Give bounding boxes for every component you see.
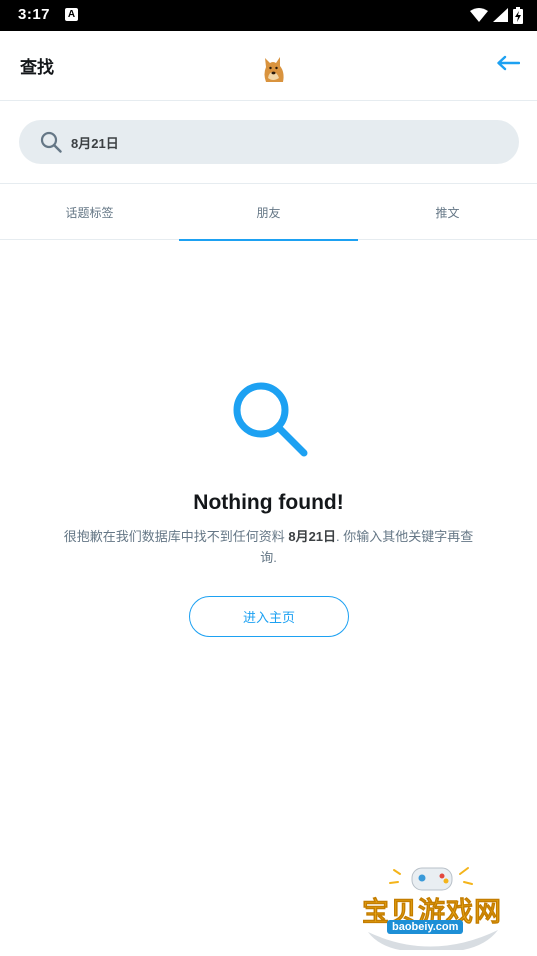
- search-query[interactable]: 8月21日: [71, 133, 119, 152]
- status-time: 3:17: [18, 6, 51, 23]
- tab-tweets[interactable]: 推文: [358, 184, 537, 240]
- empty-title: Nothing found!: [193, 491, 344, 514]
- battery-charging-icon: [513, 6, 523, 24]
- go-home-button[interactable]: 进入主页: [189, 596, 349, 637]
- empty-description: 很抱歉在我们数据库中找不到任何资料 8月21日. 你输入其他关键字再查询.: [60, 526, 477, 568]
- watermark-logo: 宝贝游戏网 baobeiy.com: [360, 862, 505, 950]
- notification-badge: A: [65, 8, 78, 21]
- watermark-url: baobeiy.com: [387, 920, 464, 934]
- desc-prefix: 很抱歉在我们数据库中找不到任何资料: [63, 529, 289, 544]
- status-bar: 3:17 A: [0, 0, 537, 31]
- search-icon: [40, 131, 62, 153]
- status-icons: [470, 5, 523, 25]
- wifi-icon: [470, 8, 488, 22]
- tab-bar: 话题标签 朋友 推文: [0, 184, 537, 241]
- arrow-left-icon: [497, 55, 520, 71]
- desc-query: 8月21日: [288, 529, 337, 544]
- tab-hashtags[interactable]: 话题标签: [0, 184, 179, 240]
- search-section: 8月21日: [0, 101, 537, 184]
- back-button[interactable]: [493, 49, 523, 77]
- doge-avatar[interactable]: [257, 52, 289, 84]
- tab-friends[interactable]: 朋友: [179, 184, 358, 241]
- magnifier-icon: [233, 382, 308, 457]
- search-input[interactable]: 8月21日: [19, 120, 519, 164]
- app-header: 查找: [0, 31, 537, 101]
- signal-icon: [493, 8, 508, 22]
- page-title: 查找: [20, 58, 54, 77]
